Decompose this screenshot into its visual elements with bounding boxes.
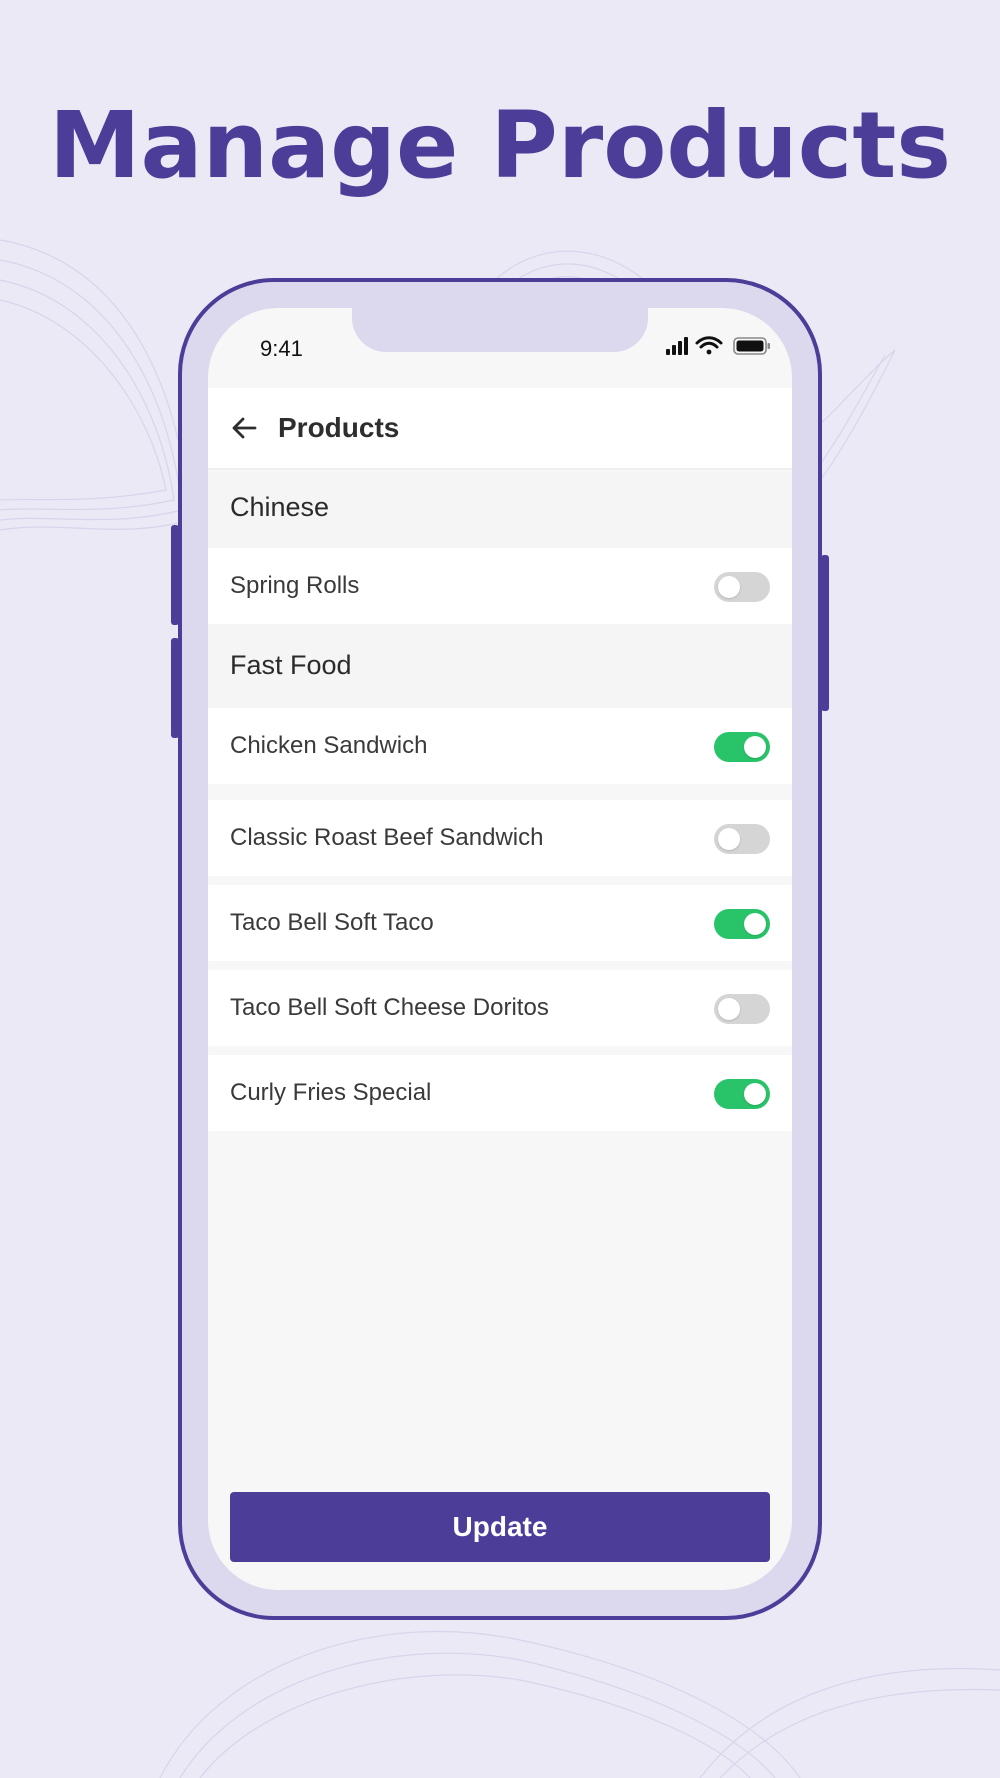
battery-icon	[733, 337, 770, 355]
arrow-left-icon[interactable]	[228, 412, 260, 444]
marketing-screen: Manage Products 9:41 Products Chinese Sp…	[0, 0, 1000, 1778]
list-item: Curly Fries Special	[208, 1055, 792, 1131]
page-headline: Manage Products	[48, 92, 952, 199]
product-label: Taco Bell Soft Cheese Doritos	[230, 994, 549, 1021]
availability-toggle[interactable]	[714, 732, 770, 762]
product-label: Chicken Sandwich	[230, 732, 428, 759]
list-item: Taco Bell Soft Taco	[208, 885, 792, 961]
product-label: Curly Fries Special	[230, 1079, 432, 1106]
list-item: Spring Rolls	[208, 548, 792, 624]
phone-notch	[352, 308, 648, 352]
list-item: Classic Roast Beef Sandwich	[208, 800, 792, 876]
section-header-fast-food: Fast Food	[208, 624, 792, 708]
section-label: Chinese	[230, 492, 330, 522]
phone-side-button	[171, 525, 179, 625]
toggle-knob	[718, 998, 740, 1020]
section-label: Fast Food	[230, 650, 352, 680]
toggle-knob	[718, 828, 740, 850]
signal-icon	[666, 337, 688, 355]
list-item: Taco Bell Soft Cheese Doritos	[208, 970, 792, 1046]
availability-toggle[interactable]	[714, 572, 770, 602]
availability-toggle[interactable]	[714, 994, 770, 1024]
phone-side-button	[821, 555, 829, 711]
product-label: Classic Roast Beef Sandwich	[230, 824, 544, 851]
page-title: Products	[278, 412, 400, 443]
toggle-knob	[718, 576, 740, 598]
toggle-knob	[744, 913, 766, 935]
availability-toggle[interactable]	[714, 909, 770, 939]
status-time: 9:41	[260, 336, 303, 361]
availability-toggle[interactable]	[714, 1079, 770, 1109]
list-item: Chicken Sandwich	[208, 708, 792, 784]
app-bar: Products	[208, 388, 792, 470]
toggle-knob	[744, 736, 766, 758]
section-header-chinese: Chinese	[208, 472, 792, 548]
status-icons	[666, 336, 770, 355]
product-label: Spring Rolls	[230, 572, 360, 599]
toggle-knob	[744, 1083, 766, 1105]
product-label: Taco Bell Soft Taco	[230, 909, 434, 936]
update-button[interactable]: Update	[230, 1492, 770, 1562]
availability-toggle[interactable]	[714, 824, 770, 854]
wifi-icon	[695, 336, 723, 355]
phone-side-button	[171, 638, 179, 738]
